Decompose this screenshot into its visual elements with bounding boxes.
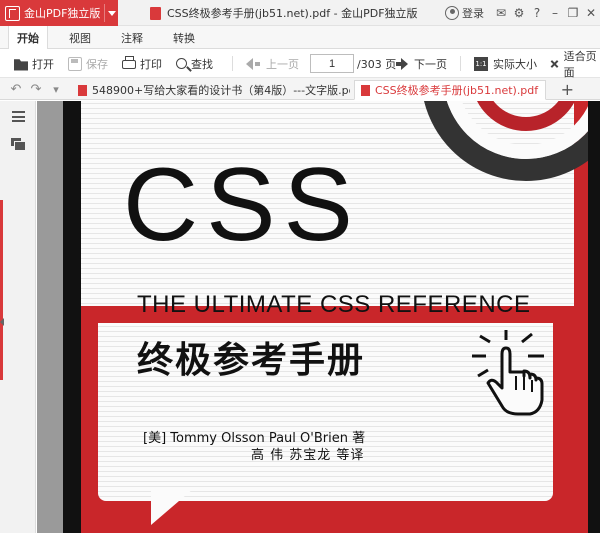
bookmarks-icon[interactable] (12, 111, 25, 122)
document-viewport[interactable]: CSS THE ULTIMATE CSS REFERENCE 终极参考手册 [美… (37, 101, 600, 533)
pdf-page: CSS THE ULTIMATE CSS REFERENCE 终极参考手册 [美… (63, 101, 600, 533)
app-name: 金山PDF独立版 (24, 7, 101, 20)
thumbnails-icon[interactable] (11, 138, 26, 151)
tab-view[interactable]: 视图 (60, 26, 100, 49)
skin-icon[interactable]: ✉ (492, 0, 510, 26)
page-navigator: /303 页 (310, 49, 396, 78)
app-menu-divider (104, 4, 105, 22)
pointing-hand-icon (472, 330, 544, 416)
fit-page-button[interactable]: 适合页面 (548, 49, 600, 79)
search-icon (176, 58, 187, 69)
cover-translators: 高 伟 苏宝龙 等译 (251, 448, 365, 463)
arrow-left-icon (246, 57, 253, 70)
tab-start[interactable]: 开始 (8, 26, 48, 50)
toolbar-divider (232, 56, 233, 71)
page-total: /303 页 (357, 57, 397, 71)
toolbar-divider (460, 56, 461, 71)
pdf-file-icon (150, 6, 161, 20)
minimize-icon[interactable]: – (546, 0, 564, 26)
new-tab-button[interactable]: + (561, 78, 574, 100)
toolbar: 打开 保存 打印 查找 上一页 /303 页 下一页 1:1 实际大小 适合页面 (0, 49, 600, 79)
app-menu-button[interactable]: 金山PDF独立版 (0, 0, 118, 26)
left-sidebar (0, 101, 36, 533)
doc-tab-css-reference[interactable]: CSS终极参考手册(jb51.net).pdf × (354, 80, 546, 100)
user-icon[interactable] (445, 6, 459, 20)
cover-subtitle: THE ULTIMATE CSS REFERENCE (137, 291, 531, 318)
folder-open-icon (14, 59, 28, 71)
actual-size-icon: 1:1 (474, 56, 488, 71)
find-label: 查找 (191, 57, 213, 71)
fit-page-label: 适合页面 (563, 49, 597, 79)
save-button[interactable]: 保存 (68, 49, 108, 78)
chevron-down-icon (108, 11, 116, 16)
print-button[interactable]: 打印 (122, 49, 162, 78)
prev-page-label: 上一页 (266, 57, 299, 71)
actual-size-label: 实际大小 (493, 57, 537, 71)
doc-tab-label: CSS终极参考手册(jb51.net).pdf (375, 84, 539, 97)
open-label: 打开 (32, 57, 54, 71)
cover-title-chinese: 终极参考手册 (137, 340, 366, 381)
window-controls: 登录 ✉ ⚙ ? – ❐ ✕ (445, 0, 600, 26)
arrow-right-icon (401, 57, 408, 70)
login-link[interactable]: 登录 (462, 5, 484, 21)
pdf-file-icon (78, 84, 87, 96)
page-number-input[interactable] (310, 54, 354, 73)
sidebar-accent-strip (0, 200, 3, 380)
fit-page-icon (548, 57, 560, 71)
cover-black-bar-right (588, 101, 600, 533)
dropdown-icon[interactable]: ▾ (46, 78, 66, 100)
actual-size-button[interactable]: 1:1 实际大小 (474, 49, 537, 78)
close-tab-icon[interactable]: × (544, 84, 545, 97)
prev-page-button[interactable]: 上一页 (246, 49, 299, 78)
ribbon-tabs: 开始 视图 注释 转换 (0, 26, 600, 50)
next-page-label: 下一页 (414, 57, 447, 71)
save-label: 保存 (86, 57, 108, 71)
cover-black-bar-left (63, 101, 81, 533)
close-icon[interactable]: ✕ (582, 0, 600, 26)
window-title-text: CSS终极参考手册(jb51.net).pdf - 金山PDF独立版 (167, 7, 418, 20)
collapse-sidebar-icon[interactable] (0, 318, 4, 326)
doc-tab-label: 548900+写给大家看的设计书（第4版）---文字版.pdf (92, 84, 350, 97)
undo-icon[interactable]: ↶ (6, 78, 26, 100)
maximize-icon[interactable]: ❐ (564, 0, 582, 26)
help-icon[interactable]: ? (528, 0, 546, 26)
save-icon (68, 56, 82, 71)
speech-bubble-tail (151, 489, 193, 525)
app-logo-icon (5, 5, 20, 21)
find-button[interactable]: 查找 (176, 49, 213, 78)
title-bar: 金山PDF独立版 CSS终极参考手册(jb51.net).pdf - 金山PDF… (0, 0, 600, 26)
printer-icon (122, 56, 136, 69)
tab-convert[interactable]: 转换 (164, 26, 204, 49)
next-page-button[interactable]: 下一页 (396, 49, 447, 78)
cover-title: CSS (123, 147, 361, 263)
tab-annotate[interactable]: 注释 (112, 26, 152, 49)
doc-tab-design-book[interactable]: 548900+写给大家看的设计书（第4版）---文字版.pdf (72, 80, 350, 100)
document-tabs-bar: ↶ ↷ ▾ 548900+写给大家看的设计书（第4版）---文字版.pdf CS… (0, 78, 600, 100)
redo-icon[interactable]: ↷ (26, 78, 46, 100)
open-button[interactable]: 打开 (14, 49, 54, 78)
pdf-file-icon (361, 84, 370, 96)
gear-icon[interactable]: ⚙ (510, 0, 528, 26)
window-title: CSS终极参考手册(jb51.net).pdf - 金山PDF独立版 (150, 0, 418, 26)
print-label: 打印 (140, 57, 162, 71)
